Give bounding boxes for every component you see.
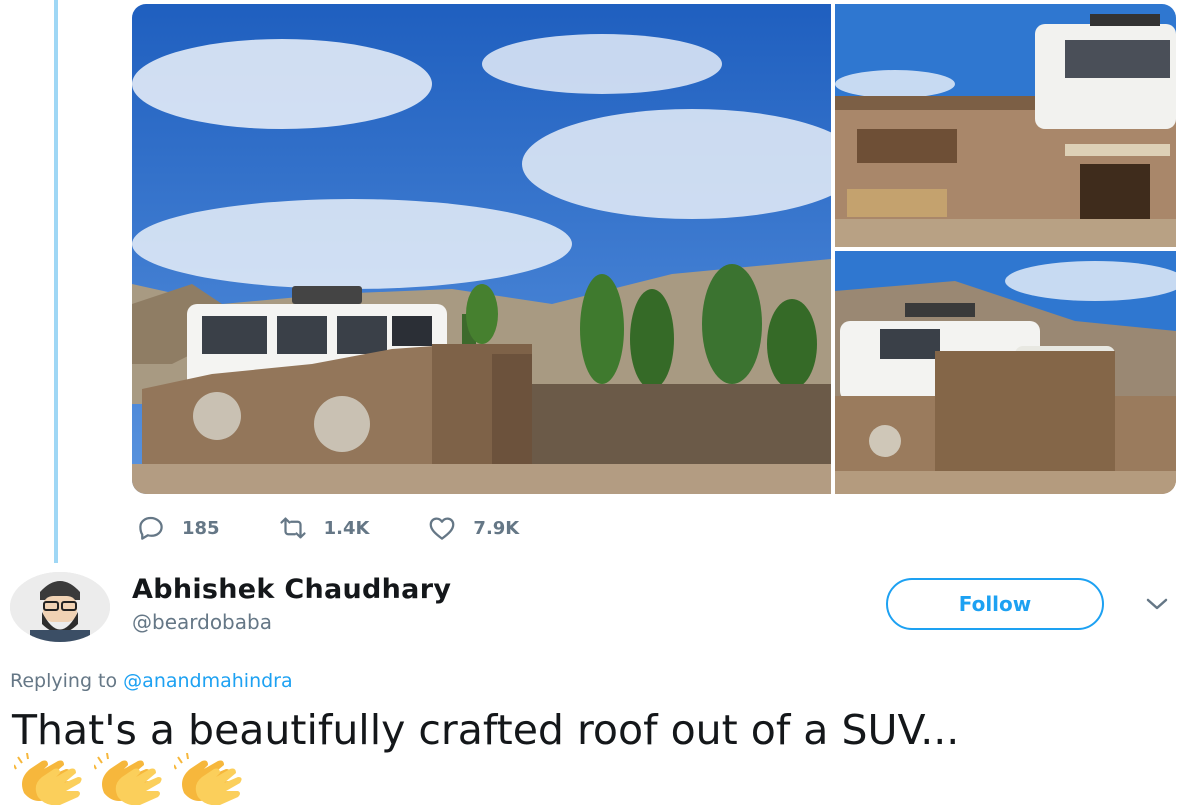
thread-line <box>54 0 58 563</box>
emoji-row <box>14 753 254 805</box>
retweet-count: 1.4K <box>323 517 370 539</box>
clapping-hands-emoji <box>94 753 168 805</box>
follow-button[interactable]: Follow <box>886 578 1104 630</box>
reply-count: 185 <box>182 517 220 539</box>
reply-icon <box>139 516 163 540</box>
like-action[interactable]: 7.9K <box>427 513 519 543</box>
like-count: 7.9K <box>473 517 520 539</box>
avatar[interactable] <box>10 572 110 642</box>
heart-icon <box>430 517 455 540</box>
tweet-text: That's a beautifully crafted roof out of… <box>12 706 960 754</box>
photo-main[interactable] <box>132 4 831 494</box>
media-grid <box>132 4 1176 494</box>
photo-top-right[interactable] <box>835 4 1176 247</box>
chevron-down-icon[interactable] <box>1144 594 1170 614</box>
photo-bottom-right[interactable] <box>835 251 1176 494</box>
reply-context-prefix: Replying to <box>10 670 118 692</box>
clapping-hands-emoji <box>14 753 88 805</box>
user-handle[interactable]: @beardobaba <box>132 610 272 634</box>
clapping-hands-emoji <box>174 753 248 805</box>
retweet-action[interactable]: 1.4K <box>278 513 370 543</box>
reply-context: Replying to @anandmahindra <box>10 670 293 692</box>
reply-action[interactable]: 185 <box>136 513 220 543</box>
retweet-icon <box>279 517 306 539</box>
reply-mention-link[interactable]: @anandmahindra <box>123 670 292 692</box>
tweet-actions: 185 1.4K 7.9K <box>136 510 577 546</box>
user-name[interactable]: Abhishek Chaudhary <box>132 574 451 605</box>
